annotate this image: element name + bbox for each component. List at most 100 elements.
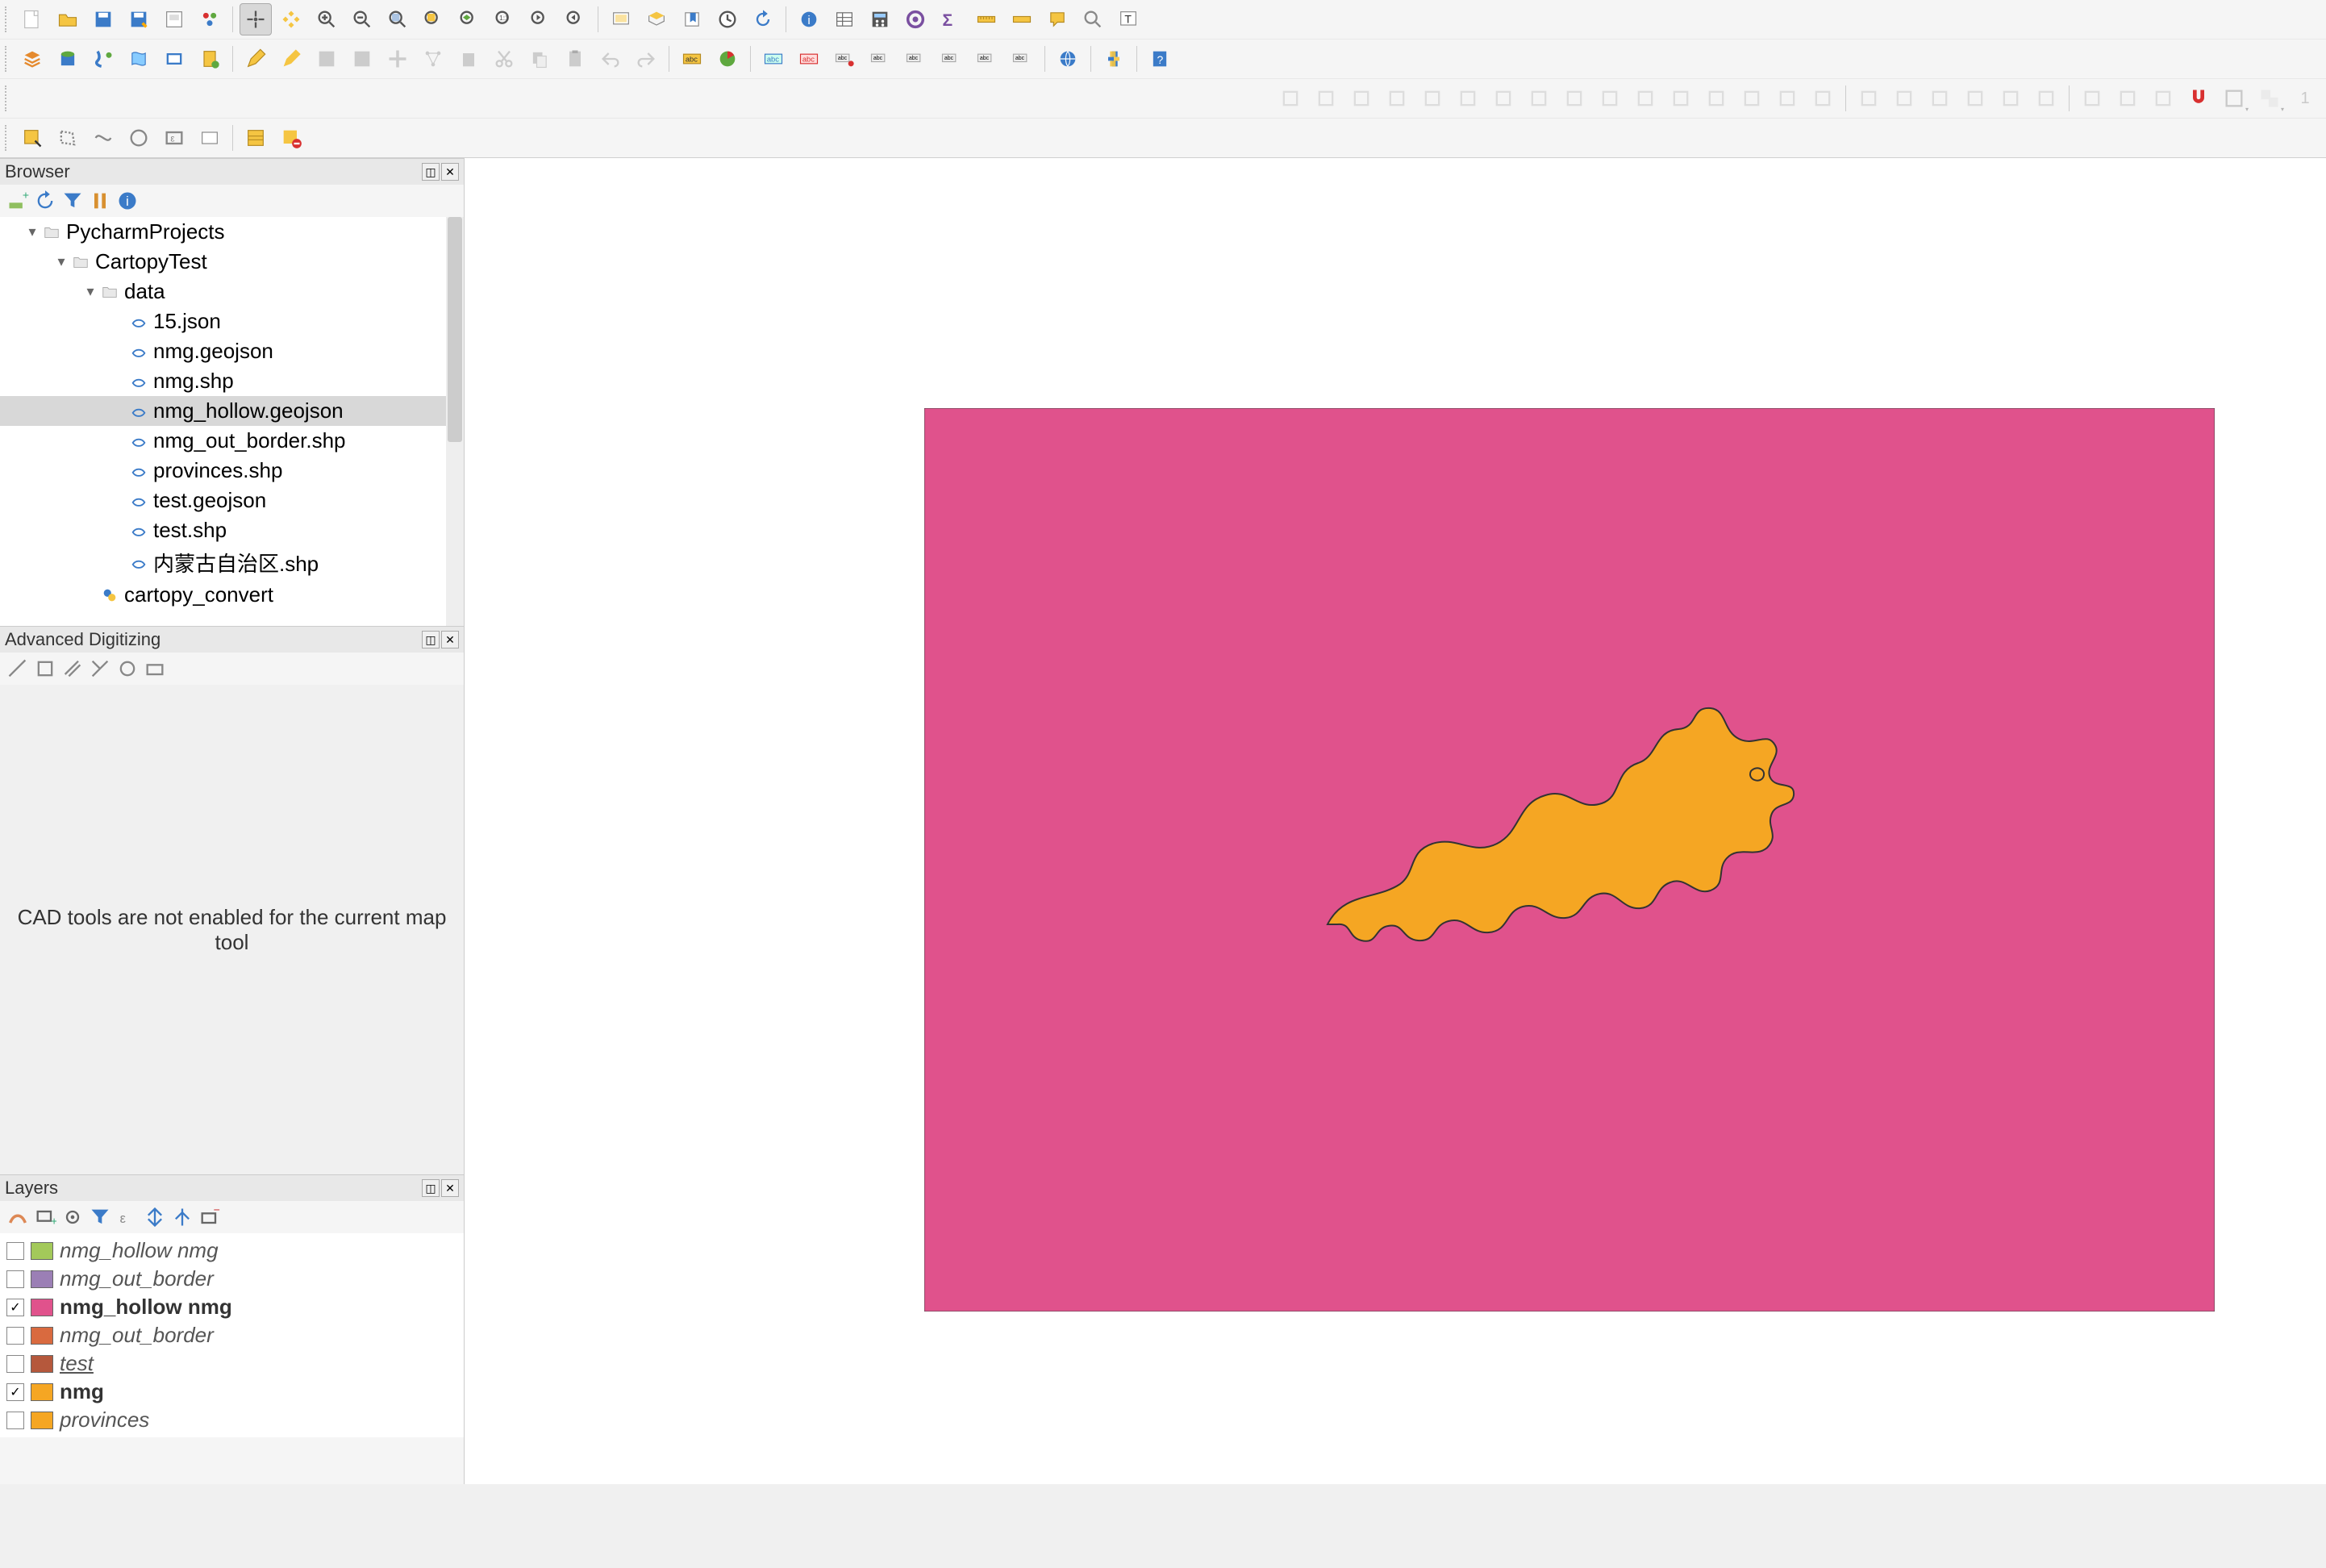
refresh-icon[interactable] xyxy=(747,3,779,35)
help-icon[interactable]: ? xyxy=(1144,43,1176,75)
tree-item[interactable]: ▾ PycharmProjects xyxy=(0,217,464,247)
zoom-next-icon[interactable] xyxy=(559,3,591,35)
new-geopackage-icon[interactable] xyxy=(52,43,84,75)
add-layer-icon[interactable]: + xyxy=(6,190,29,212)
filter-legend-icon[interactable] xyxy=(89,1206,111,1228)
zoom-native-icon[interactable]: 1:1 xyxy=(488,3,520,35)
panel-close-icon[interactable]: ✕ xyxy=(441,163,459,181)
label-rotate-icon[interactable]: abc xyxy=(970,43,1003,75)
remove-layer-icon[interactable]: − xyxy=(198,1206,221,1228)
save-edits-icon[interactable] xyxy=(311,43,343,75)
label-move-icon[interactable]: abc xyxy=(935,43,967,75)
label-abc-icon[interactable]: abc xyxy=(676,43,708,75)
label-pin-icon[interactable]: abc xyxy=(828,43,861,75)
layer-visibility-checkbox[interactable] xyxy=(6,1242,24,1260)
annotation-icon[interactable] xyxy=(1077,3,1109,35)
collapse-all-icon[interactable] xyxy=(89,190,111,212)
select-expression-icon[interactable] xyxy=(194,122,226,154)
snapping-magnet-icon[interactable] xyxy=(2182,82,2215,115)
layer-visibility-checkbox[interactable] xyxy=(6,1270,24,1288)
layer-row[interactable]: test xyxy=(0,1349,464,1378)
tree-toggle-icon[interactable]: ▾ xyxy=(24,223,40,240)
layer-visibility-checkbox[interactable]: ✓ xyxy=(6,1299,24,1316)
new-shapefile-icon[interactable] xyxy=(87,43,119,75)
layer-row[interactable]: ✓ nmg xyxy=(0,1378,464,1406)
tree-item[interactable]: cartopy_convert xyxy=(0,580,464,610)
map-canvas[interactable] xyxy=(465,158,2326,1484)
python-icon[interactable] xyxy=(1098,43,1130,75)
current-edits-icon[interactable] xyxy=(275,43,307,75)
collapse-all-icon[interactable] xyxy=(171,1206,194,1228)
new-map-view-icon[interactable] xyxy=(605,3,637,35)
layer-visibility-checkbox[interactable] xyxy=(6,1412,24,1429)
tree-item[interactable]: nmg.geojson xyxy=(0,336,464,366)
cut-icon[interactable] xyxy=(488,43,520,75)
pan-icon[interactable] xyxy=(240,3,272,35)
open-table-icon[interactable] xyxy=(828,3,861,35)
tree-item[interactable]: nmg.shp xyxy=(0,366,464,396)
statistics-icon[interactable]: Σ xyxy=(935,3,967,35)
browser-scrollbar[interactable] xyxy=(446,217,464,626)
tree-item[interactable]: 15.json xyxy=(0,307,464,336)
select-freehand-icon[interactable] xyxy=(87,122,119,154)
zoom-out-icon[interactable] xyxy=(346,3,378,35)
zoom-in-icon[interactable] xyxy=(311,3,343,35)
label-abc-red-icon[interactable]: abc xyxy=(793,43,825,75)
copy-icon[interactable] xyxy=(523,43,556,75)
new-3d-map-view-icon[interactable] xyxy=(640,3,673,35)
layer-visibility-checkbox[interactable]: ✓ xyxy=(6,1383,24,1401)
new-bookmark-icon[interactable] xyxy=(676,3,708,35)
new-virtual-layer-icon[interactable] xyxy=(158,43,190,75)
panel-undock-icon[interactable]: ◫ xyxy=(422,163,440,181)
layer-styling-icon[interactable] xyxy=(6,1206,29,1228)
panel-undock-icon[interactable]: ◫ xyxy=(422,631,440,648)
select-value-icon[interactable]: ε xyxy=(158,122,190,154)
label-unpin-icon[interactable]: abc xyxy=(864,43,896,75)
new-spatialite-icon[interactable] xyxy=(123,43,155,75)
tree-item[interactable]: nmg_hollow.geojson xyxy=(0,396,464,426)
tree-item[interactable]: ▾ CartopyTest xyxy=(0,247,464,277)
refresh-icon[interactable] xyxy=(34,190,56,212)
new-print-layout-icon[interactable] xyxy=(158,3,190,35)
layer-row[interactable]: nmg_out_border xyxy=(0,1321,464,1349)
label-abc-blue-icon[interactable]: abc xyxy=(757,43,790,75)
tree-item[interactable]: ▾ data xyxy=(0,277,464,307)
select-radius-icon[interactable] xyxy=(123,122,155,154)
delete-selected-icon[interactable] xyxy=(452,43,485,75)
field-calc-icon[interactable] xyxy=(864,3,896,35)
layer-row[interactable]: provinces xyxy=(0,1406,464,1434)
tree-item[interactable]: test.shp xyxy=(0,515,464,545)
layer-row[interactable]: ✓ nmg_hollow nmg xyxy=(0,1293,464,1321)
layer-row[interactable]: nmg_out_border xyxy=(0,1265,464,1293)
save-as-icon[interactable] xyxy=(123,3,155,35)
paste-icon[interactable] xyxy=(559,43,591,75)
label-show-icon[interactable]: abc xyxy=(899,43,932,75)
deselect-icon[interactable] xyxy=(275,122,307,154)
manage-visibility-icon[interactable] xyxy=(61,1206,84,1228)
open-project-icon[interactable] xyxy=(52,3,84,35)
open-data-source-icon[interactable] xyxy=(16,43,48,75)
tree-toggle-icon[interactable]: ▾ xyxy=(53,253,69,270)
pan-to-selection-icon[interactable] xyxy=(275,3,307,35)
tree-item[interactable]: test.geojson xyxy=(0,486,464,515)
move-feature-icon[interactable] xyxy=(381,43,414,75)
metasearch-icon[interactable] xyxy=(1052,43,1084,75)
tree-item[interactable]: provinces.shp xyxy=(0,456,464,486)
measure-icon[interactable] xyxy=(970,3,1003,35)
toggle-editing-icon[interactable] xyxy=(240,43,272,75)
filter-icon[interactable] xyxy=(61,190,84,212)
layer-visibility-checkbox[interactable] xyxy=(6,1327,24,1345)
new-memory-layer-icon[interactable] xyxy=(194,43,226,75)
select-polygon-icon[interactable] xyxy=(52,122,84,154)
identify-icon[interactable]: i xyxy=(793,3,825,35)
browser-tree[interactable]: ▾ PycharmProjects▾ CartopyTest▾ data 15.… xyxy=(0,217,464,626)
properties-icon[interactable]: i xyxy=(116,190,139,212)
layer-visibility-checkbox[interactable] xyxy=(6,1355,24,1373)
node-tool-icon[interactable] xyxy=(417,43,449,75)
temporal-controller-icon[interactable] xyxy=(711,3,744,35)
form-view-icon[interactable] xyxy=(240,122,272,154)
zoom-selection-icon[interactable] xyxy=(417,3,449,35)
zoom-last-icon[interactable] xyxy=(523,3,556,35)
panel-close-icon[interactable]: ✕ xyxy=(441,1179,459,1197)
diagram-icon[interactable] xyxy=(711,43,744,75)
